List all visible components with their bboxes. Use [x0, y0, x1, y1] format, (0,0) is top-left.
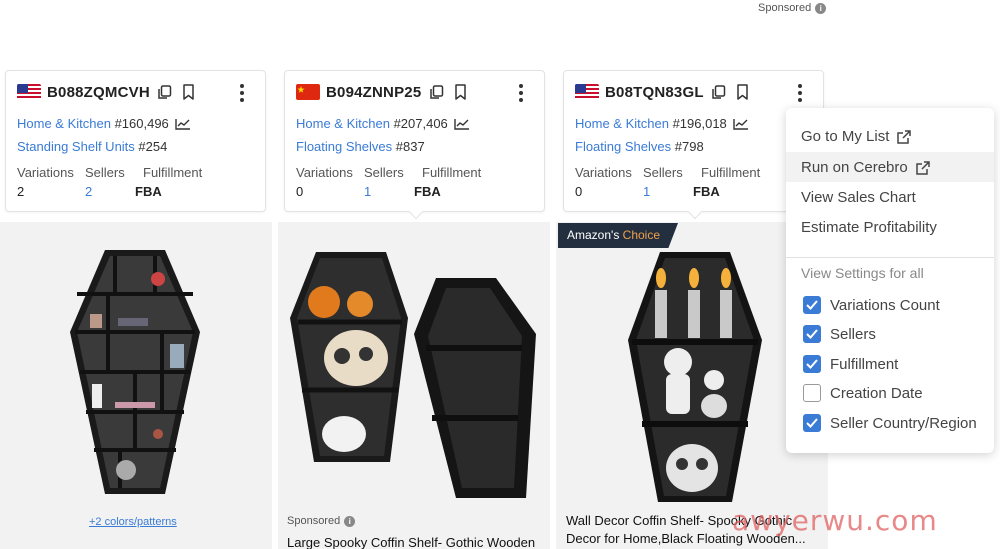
- checkbox-unchecked[interactable]: [803, 384, 821, 402]
- asin-label: B088ZQMCVH: [47, 83, 150, 101]
- sub-category-link[interactable]: Floating Shelves: [575, 139, 671, 154]
- sub-category-rank: Standing Shelf Units #254: [17, 139, 168, 154]
- menu-item-estimate-profitability[interactable]: Estimate Profitability: [801, 219, 937, 236]
- menu-section-title: View Settings for all: [801, 265, 924, 281]
- bookmark-icon[interactable]: [180, 83, 198, 101]
- checkbox-checked[interactable]: [803, 296, 821, 314]
- stat-values: 2 2 FBA: [17, 184, 162, 199]
- main-category-rank: Home & Kitchen #160,496: [17, 116, 191, 131]
- setting-sellers[interactable]: Sellers: [803, 325, 876, 343]
- more-options-icon[interactable]: [239, 83, 245, 103]
- menu-item-run-on-cerebro[interactable]: Run on Cerebro: [801, 159, 930, 176]
- setting-fulfillment[interactable]: Fulfillment: [803, 355, 898, 373]
- us-flag-icon: [575, 84, 599, 100]
- bookmark-icon[interactable]: [451, 83, 469, 101]
- stat-values: 0 1 FBA: [296, 184, 441, 199]
- sponsored-label-product: Sponsored i: [287, 515, 356, 527]
- main-category-link[interactable]: Home & Kitchen: [296, 116, 390, 131]
- product-info-card: B094ZNNP25 Home & Kitchen #207,406 Float…: [284, 70, 545, 220]
- menu-divider: [786, 257, 994, 258]
- chart-icon[interactable]: [175, 118, 191, 130]
- setting-variations-count[interactable]: Variations Count: [803, 296, 940, 314]
- sub-category-rank: Floating Shelves #837: [296, 139, 425, 154]
- colors-patterns-link[interactable]: +2 colors/patterns: [89, 516, 177, 528]
- stat-labels: Variations Sellers Fulfillment: [17, 165, 203, 180]
- product-image-coffin-shelf-decor[interactable]: [620, 250, 770, 506]
- sub-category-link[interactable]: Floating Shelves: [296, 139, 392, 154]
- bookmark-icon[interactable]: [734, 83, 752, 101]
- menu-item-go-to-my-list[interactable]: Go to My List: [801, 128, 912, 145]
- amazons-choice-badge: Amazon's Choice: [558, 223, 679, 248]
- product-image-coffin-shelf-set[interactable]: [286, 248, 544, 506]
- info-icon[interactable]: i: [344, 515, 356, 527]
- sub-category-rank: Floating Shelves #798: [575, 139, 704, 154]
- stat-labels: Variations Sellers Fulfillment: [575, 165, 761, 180]
- product-info-card: B088ZQMCVH Home & Kitchen #160,496 Stand…: [5, 70, 266, 212]
- main-category-link[interactable]: Home & Kitchen: [17, 116, 111, 131]
- product-info-card: B08TQN83GL Home & Kitchen #196,018 Float…: [563, 70, 824, 220]
- external-link-icon: [915, 160, 930, 175]
- us-flag-icon: [17, 84, 41, 100]
- info-icon[interactable]: i: [815, 2, 827, 14]
- menu-item-view-sales-chart[interactable]: View Sales Chart: [801, 189, 916, 206]
- chart-icon[interactable]: [454, 118, 470, 130]
- stat-labels: Variations Sellers Fulfillment: [296, 165, 482, 180]
- stat-values: 0 1 FBA: [575, 184, 720, 199]
- card-pointer: [408, 204, 424, 220]
- checkbox-checked[interactable]: [803, 325, 821, 343]
- setting-seller-country-region[interactable]: Seller Country/Region: [803, 414, 977, 432]
- main-category-rank: Home & Kitchen #207,406: [296, 116, 470, 131]
- asin-label: B094ZNNP25: [326, 83, 422, 101]
- more-options-icon[interactable]: [797, 83, 803, 103]
- copy-icon[interactable]: [710, 83, 728, 101]
- sponsored-label-top: Sponsored i: [758, 2, 827, 14]
- checkbox-checked[interactable]: [803, 355, 821, 373]
- sub-category-link[interactable]: Standing Shelf Units: [17, 139, 135, 154]
- main-category-link[interactable]: Home & Kitchen: [575, 116, 669, 131]
- asin-label: B08TQN83GL: [605, 83, 704, 101]
- setting-creation-date[interactable]: Creation Date: [803, 384, 923, 402]
- main-category-rank: Home & Kitchen #196,018: [575, 116, 749, 131]
- copy-icon[interactable]: [427, 83, 445, 101]
- product-title-2[interactable]: Large Spooky Coffin Shelf- Gothic Wooden: [287, 534, 535, 549]
- cn-flag-icon: [296, 84, 320, 100]
- watermark-text: awyerwu.com: [732, 504, 938, 537]
- external-link-icon: [897, 129, 912, 144]
- chart-icon[interactable]: [733, 118, 749, 130]
- checkbox-checked[interactable]: [803, 414, 821, 432]
- more-options-icon[interactable]: [518, 83, 524, 103]
- copy-icon[interactable]: [156, 83, 174, 101]
- card-pointer: [687, 204, 703, 220]
- options-dropdown-menu: Go to My List Run on Cerebro View Sales …: [786, 108, 994, 453]
- product-image-coffin-shelf-large[interactable]: [60, 244, 210, 500]
